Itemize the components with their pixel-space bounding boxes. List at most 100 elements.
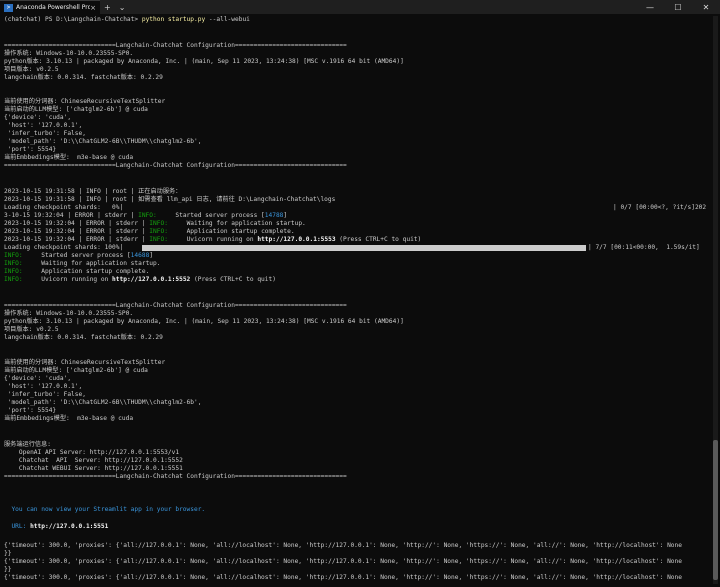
info-line: INFO: Application startup complete. bbox=[4, 268, 149, 276]
info-tag: INFO: bbox=[149, 220, 168, 227]
log-line: 2023-10-15 19:31:58 | INFO | root | 正在启动… bbox=[4, 188, 182, 195]
info-line: INFO: Uvicorn running on http://127.0.0.… bbox=[4, 276, 276, 284]
stderr-line: 2023-10-15 19:32:04 | ERROR | stderr | I… bbox=[4, 236, 421, 244]
stderr-prefix: 2023-10-15 19:32:04 | ERROR | stderr | bbox=[4, 236, 150, 243]
chatchat-api-server: Chatchat API Server: http://127.0.0.1:55… bbox=[4, 457, 183, 464]
config-port: 'port': 5554} bbox=[4, 146, 57, 153]
info-tag: INFO: bbox=[4, 268, 23, 275]
config-host: 'host': '127.0.0.1', bbox=[4, 122, 83, 129]
stderr-message: Waiting for application startup. bbox=[167, 220, 306, 227]
config-port: 'port': 5554} bbox=[4, 407, 57, 414]
loading-progress-0-stats: | 0/7 [00:00<?, ?it/s]202 bbox=[613, 204, 707, 211]
close-brace-line: }} bbox=[4, 566, 12, 573]
project-version-line: 项目版本: v0.2.5 bbox=[4, 66, 59, 73]
close-button[interactable]: ✕ bbox=[692, 0, 720, 14]
timeout-line: {'timeout': 300.0, 'proxies': {'all://12… bbox=[4, 574, 682, 581]
tab-anaconda-powershell[interactable]: > Anaconda Powershell Prompt × bbox=[0, 0, 100, 14]
prompt: (chatchat) PS D:\Langchain-Chatchat> bbox=[4, 16, 139, 23]
prompt-line: (chatchat) PS D:\Langchain-Chatchat> pyt… bbox=[4, 16, 250, 24]
embeddings-line: 当前Embbedings模型: m3e-base @ cuda bbox=[4, 415, 134, 422]
new-tab-button[interactable]: + bbox=[100, 3, 115, 12]
info-tag: INFO: bbox=[138, 212, 157, 219]
title-bar: > Anaconda Powershell Prompt × + ⌄ — ☐ ✕ bbox=[0, 0, 720, 14]
terminal-window: > Anaconda Powershell Prompt × + ⌄ — ☐ ✕… bbox=[0, 0, 720, 587]
config-header: ==============================Langchain-… bbox=[4, 42, 347, 49]
command-args: --all-webui bbox=[208, 16, 250, 23]
url-5551[interactable]: http://127.0.0.1:5551 bbox=[30, 523, 108, 530]
config-infer-turbo: 'infer_turbo': False, bbox=[4, 130, 86, 137]
llm-model-line: 当前启动的LLM模型: ['chatglm2-6b'] @ cuda bbox=[4, 106, 148, 113]
config-footer: ==============================Langchain-… bbox=[4, 473, 347, 480]
loading-progress-100-stats: | 7/7 [00:11<00:00, 1.59s/it] bbox=[588, 244, 700, 251]
splitter-line: 当前使用的分词器: ChineseRecursiveTextSplitter bbox=[4, 359, 166, 366]
info-tag: INFO: bbox=[4, 260, 23, 267]
bracket: ] bbox=[283, 212, 288, 219]
info-tag: INFO: bbox=[149, 236, 168, 243]
ctrl-c-hint: (Press CTRL+C to quit) bbox=[335, 236, 422, 243]
embeddings-line: 当前Embbedings模型: m3e-base @ cuda bbox=[4, 154, 134, 161]
python-version-line: python版本: 3.10.13 | packaged by Anaconda… bbox=[4, 58, 404, 65]
chatchat-webui-server: Chatchat WEBUI Server: http://127.0.0.1:… bbox=[4, 465, 183, 472]
url-label: URL: bbox=[4, 523, 31, 530]
config-model-path: 'model_path': 'D:\\ChatGLM2-6B\\THUDM\\c… bbox=[4, 399, 202, 406]
info-tag: INFO: bbox=[4, 276, 23, 283]
timeout-line: {'timeout': 300.0, 'proxies': {'all://12… bbox=[4, 542, 682, 549]
url-line: URL: http://127.0.0.1:5551 bbox=[4, 523, 108, 531]
terminal-output[interactable]: (chatchat) PS D:\Langchain-Chatchat> pyt… bbox=[4, 15, 711, 587]
command: python startup.py bbox=[141, 16, 206, 23]
url-5552[interactable]: http://127.0.0.1:5552 bbox=[112, 276, 190, 283]
bracket: ] bbox=[149, 252, 154, 259]
info-line: INFO: Waiting for application startup. bbox=[4, 260, 160, 268]
stderr-line: 2023-10-15 19:32:04 | ERROR | stderr | I… bbox=[4, 228, 295, 236]
close-brace-line: }} bbox=[4, 550, 12, 557]
stderr-prefix: 3-10-15 19:32:04 | ERROR | stderr | bbox=[4, 212, 139, 219]
stderr-line: 3-10-15 19:32:04 | ERROR | stderr | INFO… bbox=[4, 212, 287, 220]
process-id: 14688 bbox=[130, 252, 150, 259]
langchain-version-line: langchain版本: 0.0.314. fastchat版本: 0.2.29 bbox=[4, 74, 163, 81]
maximize-button[interactable]: ☐ bbox=[664, 0, 692, 14]
llm-model-line: 当前启动的LLM模型: ['chatglm2-6b'] @ cuda bbox=[4, 367, 148, 374]
info-message: Uvicorn running on bbox=[22, 276, 113, 283]
progress-bar bbox=[142, 245, 586, 251]
stderr-message: Started server process [ bbox=[156, 212, 265, 219]
scrollbar-thumb[interactable] bbox=[713, 440, 718, 580]
process-id: 14788 bbox=[264, 212, 284, 219]
splitter-line: 当前使用的分词器: ChineseRecursiveTextSplitter bbox=[4, 98, 166, 105]
stderr-line: 2023-10-15 19:32:04 | ERROR | stderr | I… bbox=[4, 220, 306, 228]
chevron-down-icon[interactable]: ⌄ bbox=[115, 3, 130, 12]
project-version-line: 项目版本: v0.2.5 bbox=[4, 326, 59, 333]
info-message: Application startup complete. bbox=[22, 268, 150, 275]
config-model-path: 'model_path': 'D:\\ChatGLM2-6B\\THUDM\\c… bbox=[4, 138, 202, 145]
ctrl-c-hint: (Press CTRL+C to quit) bbox=[190, 276, 276, 283]
os-line: 操作系统: Windows-10-10.0.23555-SP0. bbox=[4, 50, 134, 57]
os-line: 操作系统: Windows-10-10.0.23555-SP0. bbox=[4, 310, 134, 317]
config-footer: ==============================Langchain-… bbox=[4, 162, 347, 169]
loading-progress-0: Loading checkpoint shards: 0%| bbox=[4, 204, 124, 211]
python-version-line: python版本: 3.10.13 | packaged by Anaconda… bbox=[4, 318, 404, 325]
stderr-message: Uvicorn running on bbox=[167, 236, 258, 243]
streamlit-message: You can now view your Streamlit app in y… bbox=[4, 506, 206, 513]
info-line: INFO: Started server process [14688] bbox=[4, 252, 153, 260]
minimize-button[interactable]: — bbox=[636, 0, 664, 14]
config-device: {'device': 'cuda', bbox=[4, 375, 72, 382]
tab-close-icon[interactable]: × bbox=[90, 4, 96, 12]
stderr-prefix: 2023-10-15 19:32:04 | ERROR | stderr | bbox=[4, 228, 150, 235]
config-header: ==============================Langchain-… bbox=[4, 302, 347, 309]
timeout-line: {'timeout': 300.0, 'proxies': {'all://12… bbox=[4, 558, 682, 565]
info-tag: INFO: bbox=[149, 228, 168, 235]
info-message: Started server process [ bbox=[22, 252, 131, 259]
stderr-message: Application startup complete. bbox=[167, 228, 295, 235]
stderr-prefix: 2023-10-15 19:32:04 | ERROR | stderr | bbox=[4, 220, 150, 227]
langchain-version-line: langchain版本: 0.0.314. fastchat版本: 0.2.29 bbox=[4, 334, 163, 341]
loading-progress-100: Loading checkpoint shards: 100%| bbox=[4, 244, 124, 251]
server-info-header: 服务端运行信息: bbox=[4, 441, 52, 448]
powershell-icon: > bbox=[4, 3, 13, 12]
log-line: 2023-10-15 19:31:58 | INFO | root | 如需查看… bbox=[4, 196, 336, 203]
info-message: Waiting for application startup. bbox=[22, 260, 161, 267]
url-5553[interactable]: http://127.0.0.1:5553 bbox=[257, 236, 335, 243]
tab-title: Anaconda Powershell Prompt bbox=[16, 4, 91, 11]
config-device: {'device': 'cuda', bbox=[4, 114, 72, 121]
info-tag: INFO: bbox=[4, 252, 23, 259]
config-host: 'host': '127.0.0.1', bbox=[4, 383, 83, 390]
openai-api-server: OpenAI API Server: http://127.0.0.1:5553… bbox=[4, 449, 180, 456]
